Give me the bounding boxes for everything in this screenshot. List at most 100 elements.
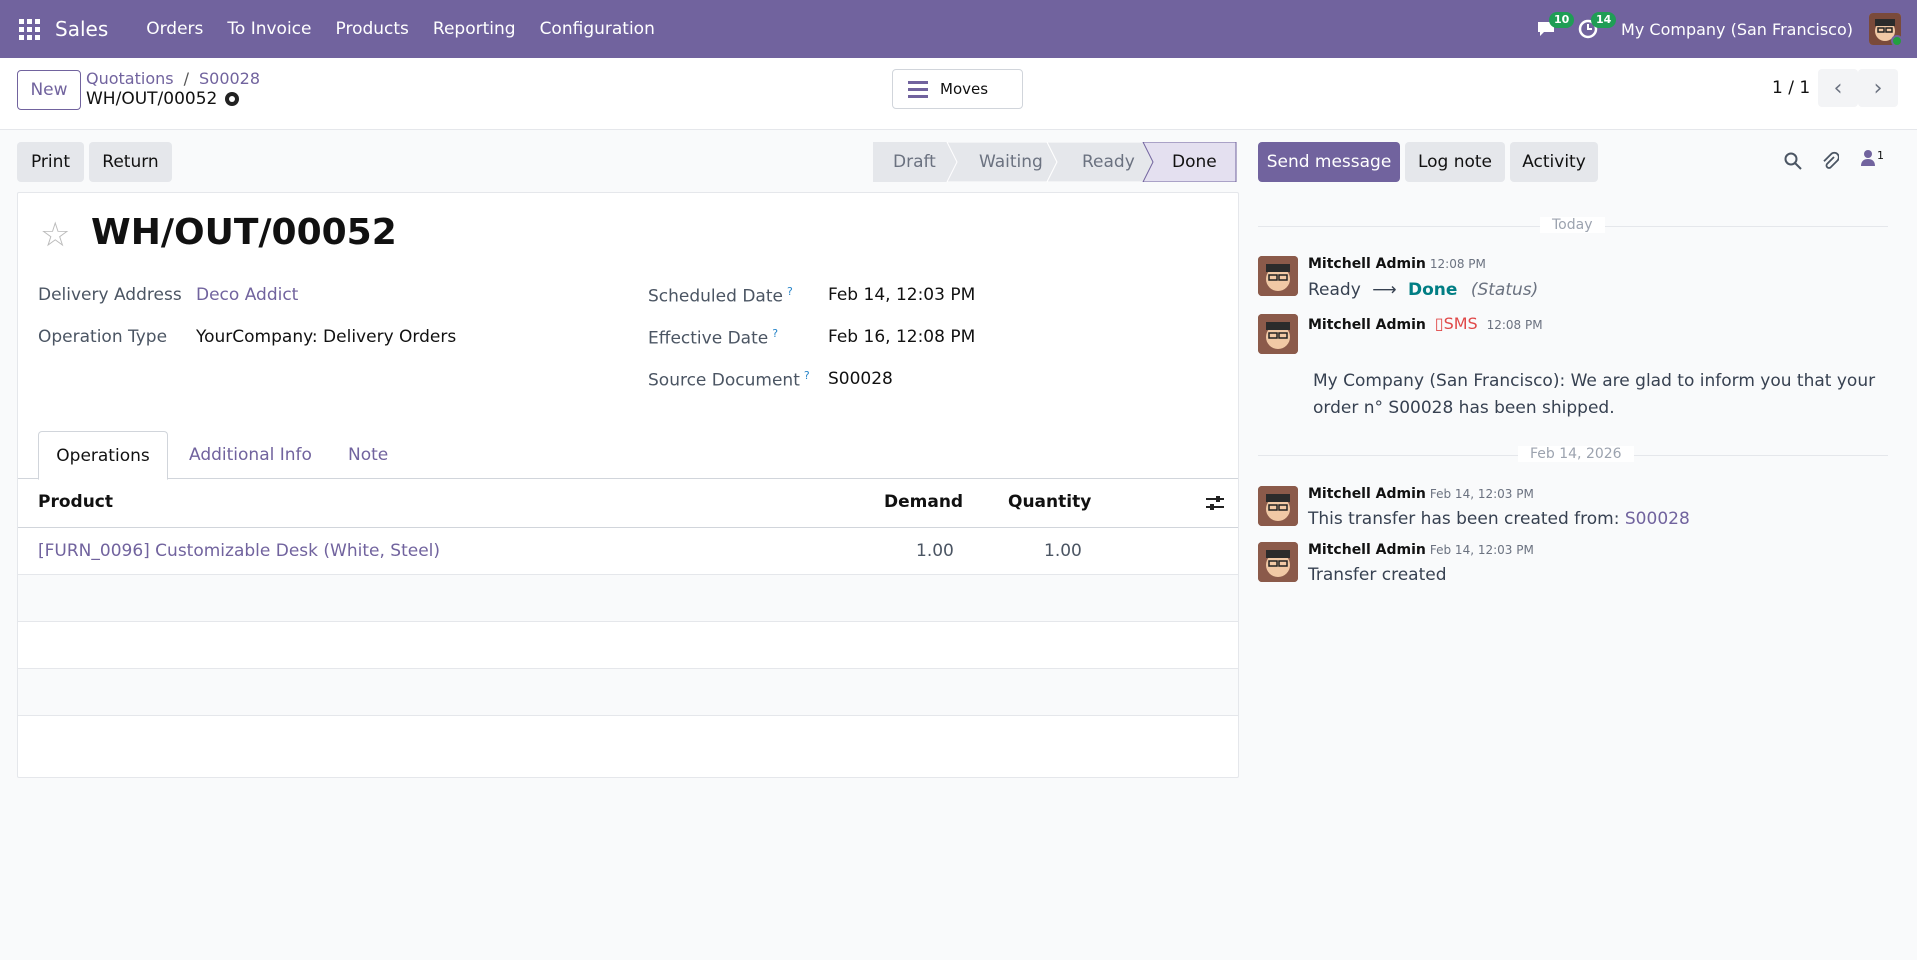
print-button[interactable]: Print xyxy=(17,142,84,182)
tab-additional-info[interactable]: Additional Info xyxy=(189,431,312,479)
user-face-icon xyxy=(1258,486,1298,526)
table-row[interactable]: [FURN_0096] Customizable Desk (White, St… xyxy=(18,528,1238,575)
arrow-right-icon: ⟶ xyxy=(1372,280,1397,300)
activity-button[interactable]: Activity xyxy=(1510,142,1598,182)
message-time: 12:08 PM xyxy=(1429,257,1486,271)
source-link[interactable]: S00028 xyxy=(1625,509,1690,529)
tab-note[interactable]: Note xyxy=(348,431,388,479)
status-draft[interactable]: Draft xyxy=(893,142,936,182)
sms-badge: ▯SMS xyxy=(1434,314,1478,333)
empty-row xyxy=(18,669,1238,716)
pager-previous-button[interactable]: ‹ xyxy=(1818,69,1858,107)
followers-button[interactable]: 1 xyxy=(1861,149,1884,167)
form-title: WH/OUT/00052 xyxy=(91,212,397,253)
operation-type-value[interactable]: YourCompany: Delivery Orders xyxy=(196,327,456,347)
menu-orders[interactable]: Orders xyxy=(134,19,215,39)
date-label: Feb 14, 2026 xyxy=(1518,446,1634,462)
column-demand[interactable]: Demand xyxy=(884,492,963,512)
breadcrumb-separator: / xyxy=(183,69,189,88)
user-face-icon xyxy=(1258,256,1298,296)
breadcrumb-order[interactable]: S00028 xyxy=(199,69,260,88)
menu-products[interactable]: Products xyxy=(324,19,421,39)
message-body: This transfer has been created from: S00… xyxy=(1308,509,1690,529)
message-time: Feb 14, 12:03 PM xyxy=(1429,543,1534,557)
star-icon[interactable]: ☆ xyxy=(40,215,70,255)
messages-button[interactable]: 10 xyxy=(1525,0,1575,58)
tracked-field: (Status) xyxy=(1470,280,1539,300)
followers-count: 1 xyxy=(1877,149,1884,162)
company-switcher[interactable]: My Company (San Francisco) xyxy=(1621,20,1853,39)
send-message-button[interactable]: Send message xyxy=(1258,142,1400,182)
optional-columns-icon[interactable] xyxy=(1206,495,1224,511)
effective-date-value[interactable]: Feb 16, 12:08 PM xyxy=(828,327,975,347)
quantity-cell[interactable]: 1.00 xyxy=(1044,541,1082,561)
log-note-button[interactable]: Log note xyxy=(1405,142,1505,182)
status-ready[interactable]: Ready xyxy=(1082,142,1135,182)
list-icon xyxy=(908,80,928,98)
return-button[interactable]: Return xyxy=(89,142,172,182)
pager-value[interactable]: 1 / 1 xyxy=(1772,78,1810,98)
paperclip-icon[interactable] xyxy=(1821,151,1839,171)
moves-smart-button[interactable]: Moves xyxy=(892,69,1023,109)
delivery-address-value[interactable]: Deco Addict xyxy=(196,285,298,305)
record-name: WH/OUT/00052 xyxy=(86,89,218,109)
avatar[interactable] xyxy=(1258,256,1298,296)
status-waiting[interactable]: Waiting xyxy=(979,142,1043,182)
control-panel: New Quotations / S00028 WH/OUT/00052 Moves… xyxy=(0,58,1917,130)
moves-label: Moves xyxy=(940,80,989,98)
breadcrumb: Quotations / S00028 xyxy=(86,69,260,88)
pager-next-button[interactable]: › xyxy=(1858,69,1898,107)
column-product[interactable]: Product xyxy=(38,492,113,512)
effective-date-label: Effective Date? xyxy=(648,327,779,349)
help-icon[interactable]: ? xyxy=(804,369,810,382)
new-button[interactable]: New xyxy=(17,70,81,110)
message-time: Feb 14, 12:03 PM xyxy=(1429,487,1534,501)
source-document-label: Source Document? xyxy=(648,369,810,391)
menu-reporting[interactable]: Reporting xyxy=(421,19,528,39)
avatar[interactable] xyxy=(1258,542,1298,582)
avatar[interactable] xyxy=(1258,314,1298,354)
demand-cell: 1.00 xyxy=(916,541,954,561)
activities-badge: 14 xyxy=(1591,12,1617,28)
column-quantity[interactable]: Quantity xyxy=(1008,492,1091,512)
gear-icon[interactable] xyxy=(225,92,240,106)
tracking-value: Ready ⟶ Done (Status) xyxy=(1308,280,1538,300)
activities-button[interactable]: 14 xyxy=(1567,0,1617,58)
app-brand[interactable]: Sales xyxy=(55,17,108,41)
message-time: 12:08 PM xyxy=(1486,318,1543,332)
user-avatar[interactable] xyxy=(1869,13,1901,45)
avatar[interactable] xyxy=(1258,486,1298,526)
message-author: Mitchell Admin Feb 14, 12:03 PM xyxy=(1308,542,1534,558)
menu-to-invoice[interactable]: To Invoice xyxy=(215,19,323,39)
product-cell[interactable]: [FURN_0096] Customizable Desk (White, St… xyxy=(38,541,440,561)
help-icon[interactable]: ? xyxy=(772,327,778,340)
tab-operations[interactable]: Operations xyxy=(38,431,168,480)
empty-row xyxy=(18,622,1238,669)
main-menu: Orders To Invoice Products Reporting Con… xyxy=(134,19,667,39)
help-icon[interactable]: ? xyxy=(787,285,793,298)
scheduled-date-value[interactable]: Feb 14, 12:03 PM xyxy=(828,285,975,305)
scheduled-date-label: Scheduled Date? xyxy=(648,285,793,307)
message-body: Transfer created xyxy=(1308,565,1447,585)
new-status: Done xyxy=(1407,280,1458,300)
menu-configuration[interactable]: Configuration xyxy=(528,19,667,39)
delivery-address-label: Delivery Address xyxy=(38,285,182,305)
source-document-value[interactable]: S00028 xyxy=(828,369,893,389)
breadcrumb-quotations[interactable]: Quotations xyxy=(86,69,174,88)
app-menu-icon[interactable] xyxy=(0,0,58,58)
message-author: Mitchell Admin 12:08 PM xyxy=(1308,256,1486,272)
user-icon xyxy=(1861,150,1875,166)
record-title: WH/OUT/00052 xyxy=(86,89,240,109)
search-icon[interactable] xyxy=(1784,152,1802,170)
status-done[interactable]: Done xyxy=(1172,142,1217,182)
message-author: Mitchell Admin Feb 14, 12:03 PM xyxy=(1308,486,1534,502)
operation-type-label: Operation Type xyxy=(38,327,168,347)
notebook-tabs: Operations Additional Info Note xyxy=(18,431,1238,480)
chevron-left-icon: ‹ xyxy=(1833,75,1843,101)
message-body: My Company (San Francisco): We are glad … xyxy=(1313,371,1876,418)
form-sheet: ☆ WH/OUT/00052 Delivery Address Deco Add… xyxy=(17,192,1239,778)
chevron-right-icon: › xyxy=(1873,75,1883,101)
online-status-icon xyxy=(1891,35,1901,45)
mobile-icon: ▯ xyxy=(1434,314,1444,333)
message-author: Mitchell Admin ▯SMS 12:08 PM xyxy=(1308,314,1543,333)
